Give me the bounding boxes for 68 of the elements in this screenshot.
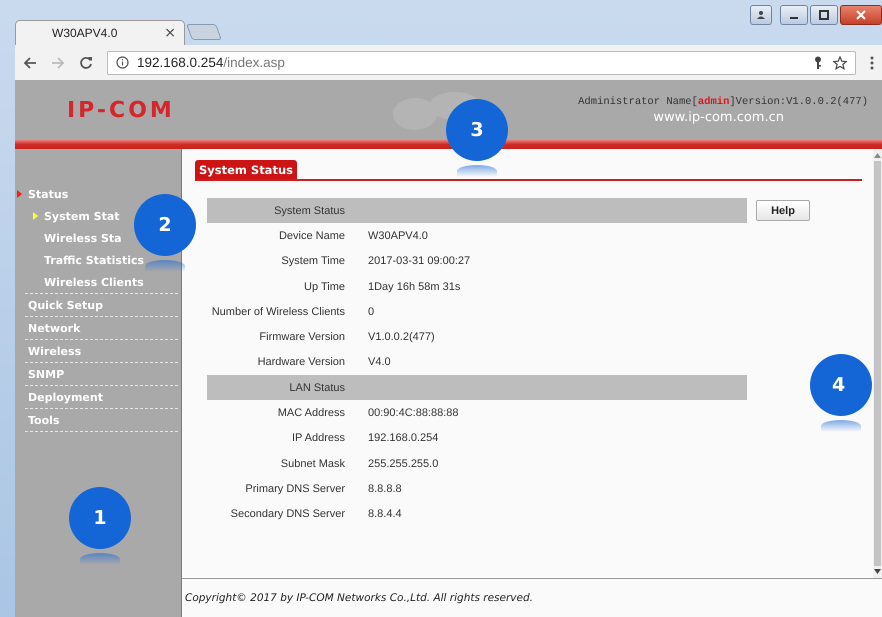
field-label: Secondary DNS Server bbox=[230, 507, 345, 522]
minimize-icon bbox=[790, 17, 798, 19]
field-value: 0 bbox=[368, 304, 374, 319]
field-label: Device Name bbox=[278, 228, 345, 243]
nav-item[interactable]: Deployment bbox=[15, 386, 181, 408]
field-label: IP Address bbox=[291, 431, 345, 446]
user-button[interactable] bbox=[750, 5, 772, 25]
admin-label: Administrator Name[ bbox=[578, 96, 698, 108]
field-value: W30APV4.0 bbox=[368, 228, 428, 243]
scrollbar[interactable] bbox=[873, 149, 882, 578]
browser-tab[interactable]: W30APV4.0 × bbox=[15, 20, 185, 45]
info-icon[interactable] bbox=[116, 56, 129, 69]
field-label: System Status bbox=[273, 204, 345, 218]
field-value: 1Day 16h 58m 31s bbox=[368, 280, 460, 294]
close-button[interactable] bbox=[840, 5, 882, 25]
field-value: 192.168.0.254 bbox=[368, 431, 438, 446]
field-label: LAN Status bbox=[288, 380, 345, 395]
user-icon bbox=[756, 10, 766, 20]
field-label: Number of Wireless Clients bbox=[210, 304, 345, 319]
field-value: 255.255.255.0 bbox=[368, 456, 438, 471]
logo: IP-COM bbox=[67, 98, 175, 122]
menu-icon[interactable] bbox=[870, 56, 874, 70]
badge-reflection bbox=[821, 420, 861, 432]
website-text: www.ip-com.com.cn bbox=[653, 110, 784, 124]
close-icon[interactable]: × bbox=[164, 25, 176, 41]
scroll-down-icon[interactable] bbox=[874, 569, 881, 574]
nav-subitem[interactable]: System Stat bbox=[33, 205, 120, 227]
badge-reflection bbox=[80, 553, 120, 565]
address-bar[interactable]: 192.168.0.254/index.asp bbox=[107, 50, 856, 74]
scroll-up-icon[interactable] bbox=[874, 153, 881, 158]
field-value: 2017-03-31 09:00:27 bbox=[368, 254, 470, 268]
admin-name: admin bbox=[698, 96, 730, 108]
field-label: Subnet Mask bbox=[280, 456, 345, 471]
help-button[interactable]: Help bbox=[756, 200, 810, 221]
badge-reflection bbox=[145, 260, 185, 272]
url-host: 192.168.0.254 bbox=[137, 55, 224, 70]
field-label: Up Time bbox=[303, 280, 345, 294]
star-icon[interactable] bbox=[833, 56, 847, 70]
field-value: 00:90:4C:88:88:88 bbox=[368, 406, 459, 420]
nav-item[interactable]: SNMP bbox=[15, 363, 181, 385]
field-label: Firmware Version bbox=[258, 330, 345, 344]
nav-subitem[interactable]: Wireless Clients bbox=[33, 271, 144, 293]
url-path: /index.asp bbox=[223, 55, 285, 70]
field-label: Hardware Version bbox=[256, 355, 345, 370]
field-label: MAC Address bbox=[276, 406, 345, 420]
nav-item[interactable]: Network bbox=[15, 317, 181, 339]
minimize-button[interactable] bbox=[780, 5, 808, 25]
back-icon[interactable] bbox=[23, 56, 37, 70]
field-label: Primary DNS Server bbox=[244, 482, 345, 496]
maximize-icon bbox=[819, 10, 829, 20]
nav-item[interactable]: Wireless bbox=[15, 340, 181, 362]
copyright-text: Copyright© 2017 by IP-COM Networks Co.,Ltd. All rights reserved. bbox=[185, 592, 533, 604]
field-value: 8.8.4.4 bbox=[368, 507, 402, 522]
nav-subitem[interactable]: Wireless Sta bbox=[33, 227, 122, 249]
version-text: ]Version:V1.0.0.2(477) bbox=[729, 96, 868, 108]
field-value: V1.0.0.2(477) bbox=[368, 330, 435, 344]
field-value: V4.0 bbox=[368, 355, 391, 370]
maximize-button[interactable] bbox=[810, 5, 838, 25]
key-icon[interactable] bbox=[813, 56, 823, 69]
field-value: 8.8.8.8 bbox=[368, 482, 402, 496]
field-label: System Time bbox=[280, 254, 345, 268]
section-tab[interactable]: System Status bbox=[195, 160, 297, 179]
tab-title: W30APV4.0 bbox=[52, 26, 118, 40]
badge-reflection bbox=[457, 165, 497, 177]
reload-icon[interactable] bbox=[79, 56, 93, 70]
nav-item[interactable]: Tools bbox=[15, 409, 181, 431]
close-icon bbox=[856, 10, 866, 20]
nav-item[interactable]: Quick Setup bbox=[15, 294, 181, 316]
